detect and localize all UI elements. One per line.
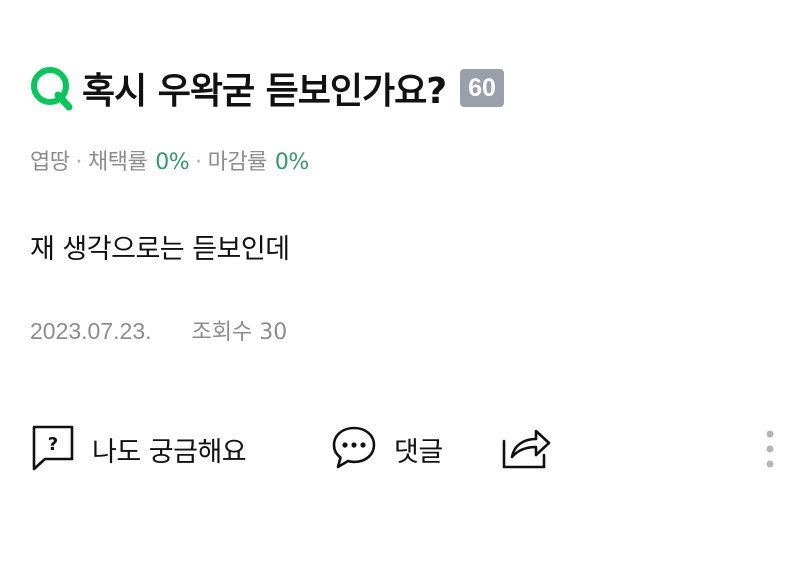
- more-vertical-icon: [760, 430, 780, 475]
- comment-icon: [330, 423, 378, 475]
- comment-label: 댓글: [394, 436, 443, 468]
- author-meta: 엽땅 · 채택률 0% · 마감률 0%: [30, 144, 309, 176]
- view-count: 조회수 30: [191, 320, 288, 345]
- question-title: 혹시 우왁굳 듣보인가요?: [82, 71, 447, 112]
- adoption-label: 채택률: [87, 150, 148, 175]
- adoption-rate: 0%: [155, 150, 190, 175]
- question-bubble-icon: ?: [30, 423, 76, 475]
- curious-label: 나도 궁금해요: [92, 436, 247, 468]
- comment-button[interactable]: 댓글: [330, 423, 443, 475]
- share-icon: [500, 423, 552, 475]
- more-options-button[interactable]: [760, 427, 780, 471]
- points-badge: 60: [460, 69, 504, 107]
- post-info: 2023.07.23. 조회수 30: [30, 314, 287, 346]
- question-title-row: 혹시 우왁굳 듣보인가요? 60: [28, 60, 504, 116]
- share-button[interactable]: [500, 423, 552, 475]
- post-date: 2023.07.23.: [30, 318, 152, 344]
- separator-dot: ·: [195, 150, 202, 175]
- svg-text:?: ?: [48, 434, 58, 455]
- separator-dot: ·: [75, 150, 82, 175]
- author-name[interactable]: 엽땅: [30, 150, 70, 175]
- deadline-rate: 0%: [274, 150, 309, 175]
- curious-button[interactable]: ? 나도 궁금해요: [30, 423, 247, 475]
- question-body: 재 생각으로는 듣보인데: [30, 234, 290, 265]
- question-q-icon: [28, 65, 74, 111]
- deadline-label: 마감률: [207, 150, 268, 175]
- action-bar: ? 나도 궁금해요 댓글: [30, 423, 780, 475]
